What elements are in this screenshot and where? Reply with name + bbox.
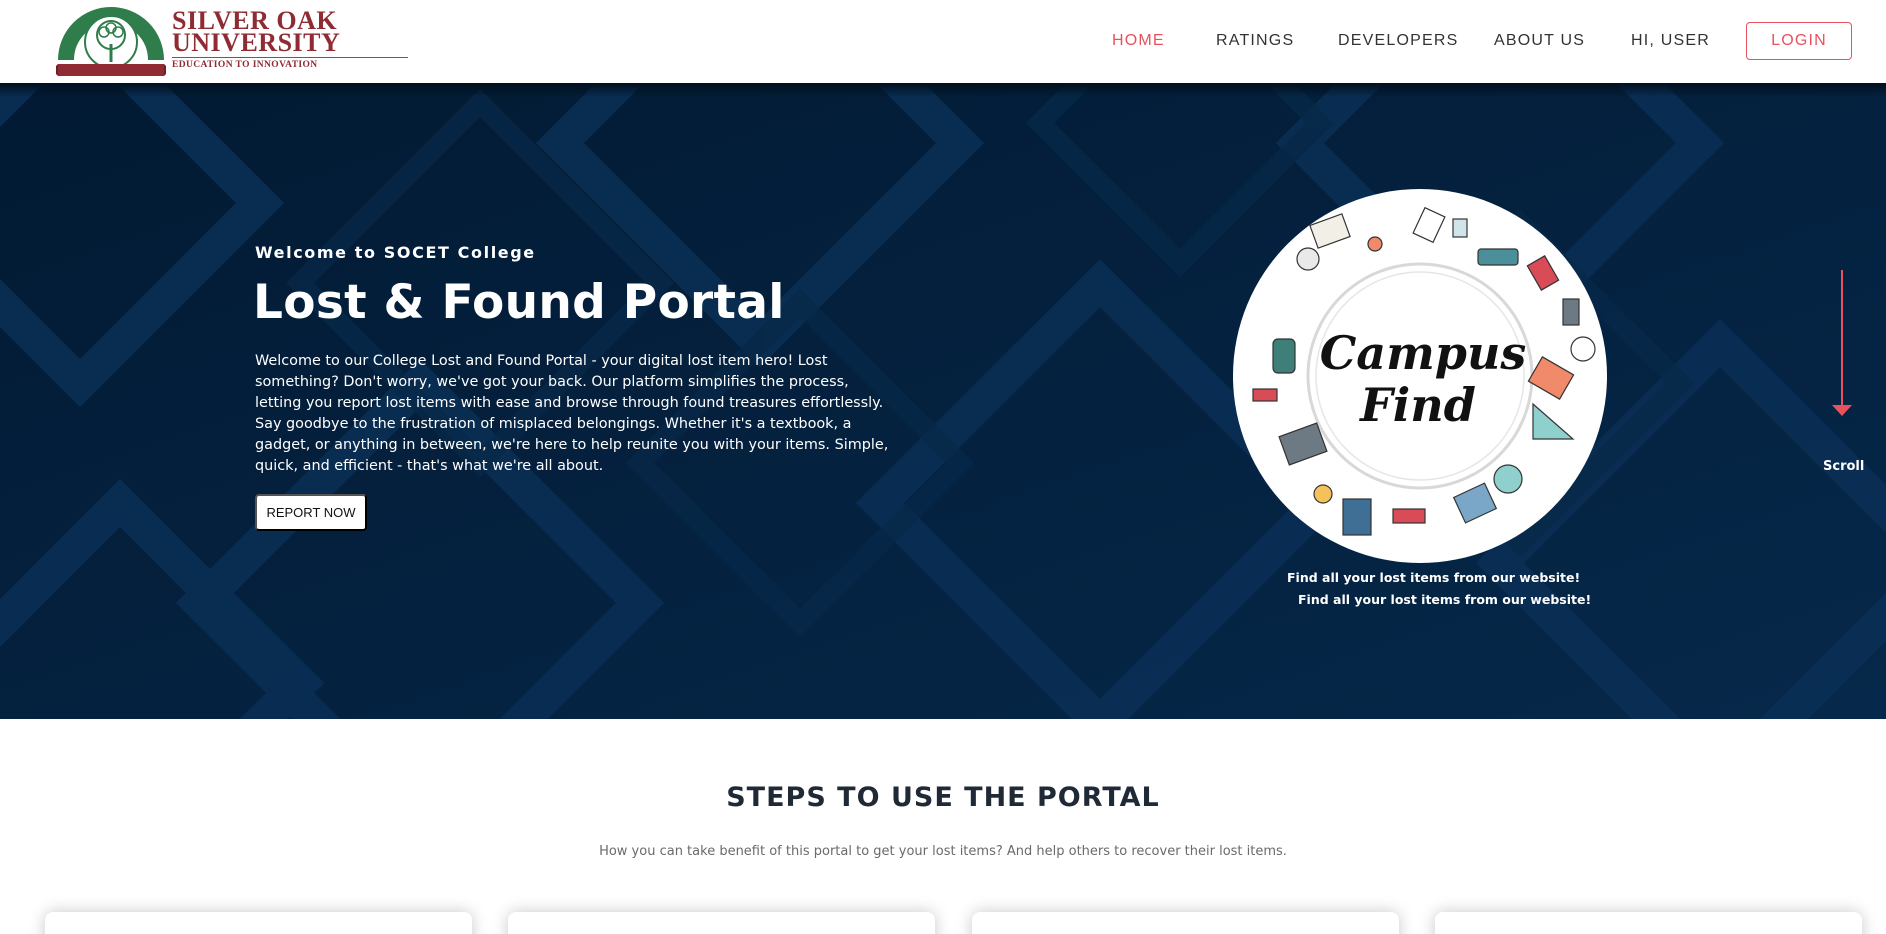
nav-ratings[interactable]: RATINGS [1216, 32, 1294, 50]
scroll-arrow-icon[interactable] [1832, 405, 1852, 416]
university-tagline: EDUCATION TO INNOVATION [172, 60, 318, 70]
hero-description: Welcome to our College Lost and Found Po… [255, 353, 889, 474]
hero-kicker: Welcome to SOCET College [255, 243, 536, 262]
step-card [1435, 912, 1862, 934]
steps-title: STEPS TO USE THE PORTAL [726, 782, 1160, 813]
nav-developers[interactable]: DEVELOPERS [1338, 32, 1458, 50]
university-logo[interactable]: SILVER OAK UNIVERSITY EDUCATION TO INNOV… [56, 2, 408, 80]
navbar-shadow [0, 83, 1886, 97]
hero-section: Welcome to SOCET College Lost & Found Po… [0, 83, 1886, 719]
university-name: SILVER OAK UNIVERSITY [172, 8, 341, 57]
nav-user-greeting[interactable]: HI, USER [1631, 32, 1710, 50]
report-now-button[interactable]: REPORT NOW [255, 494, 367, 531]
step-card [508, 912, 935, 934]
hero-caption-2: Find all your lost items from our websit… [1298, 592, 1592, 607]
navbar: SILVER OAK UNIVERSITY EDUCATION TO INNOV… [0, 0, 1886, 83]
step-card [45, 912, 472, 934]
university-name-line2: UNIVERSITY [172, 28, 341, 57]
logo-divider [172, 57, 408, 58]
campus-find-image: Campus Find [1233, 189, 1607, 563]
university-emblem-icon [56, 7, 166, 76]
nav-home[interactable]: HOME [1112, 32, 1165, 50]
login-button[interactable]: LOGIN [1746, 22, 1852, 60]
scroll-indicator-line [1841, 270, 1843, 410]
campus-find-text-line2: Find [1358, 378, 1476, 432]
hero-title: Lost & Found Portal [253, 275, 785, 330]
step-card [972, 912, 1399, 934]
hero-caption-1: Find all your lost items from our websit… [1287, 570, 1581, 585]
campus-find-text-line1: Campus [1320, 326, 1527, 380]
nav-about-us[interactable]: ABOUT US [1494, 32, 1585, 50]
steps-subtitle: How you can take benefit of this portal … [599, 844, 1287, 859]
scroll-label[interactable]: Scroll [1823, 459, 1864, 474]
